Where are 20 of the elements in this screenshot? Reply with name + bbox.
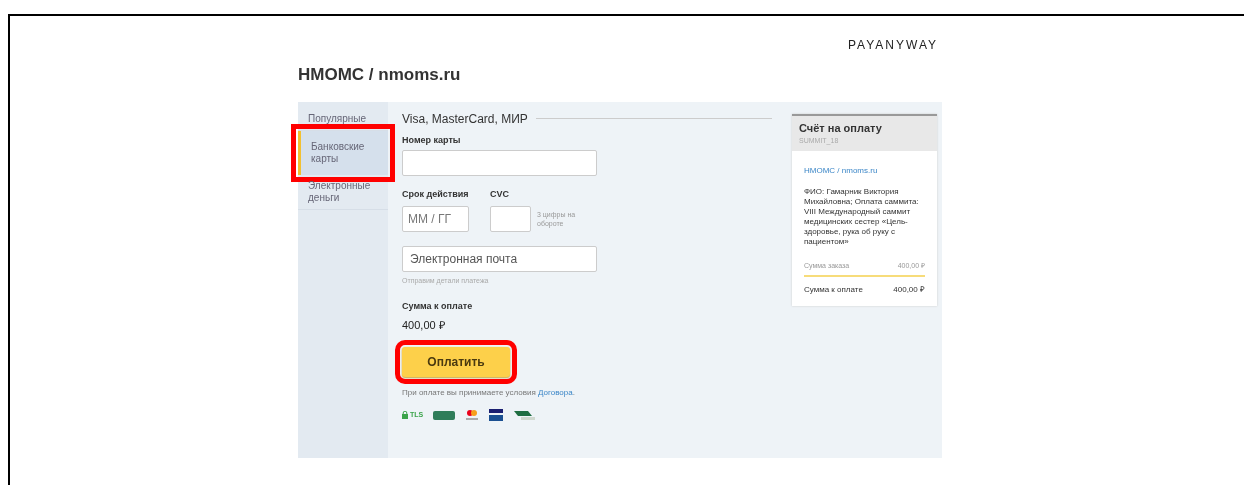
total-label: Сумма к оплате xyxy=(804,284,863,296)
field-label: CVC xyxy=(490,188,510,201)
section-title: Visa, MasterCard, МИР xyxy=(402,110,528,128)
invoice-title: Счёт на оплату xyxy=(799,120,883,136)
page-title: НМОМС / nmoms.ru xyxy=(298,64,462,86)
contract-link[interactable]: Договора xyxy=(538,388,573,397)
expiry-field[interactable]: ММ / ГГ xyxy=(402,205,469,232)
total-value: 400,00 ₽ xyxy=(893,284,925,296)
terms-text: При оплате вы принимаете условия Договора. xyxy=(402,387,576,399)
email-field[interactable]: Электронная почта xyxy=(402,245,597,272)
field-label: Срок действия xyxy=(402,188,469,201)
merchant-link[interactable]: НМОМС / nmoms.ru xyxy=(804,164,925,177)
cvc-field[interactable] xyxy=(490,205,531,232)
brand-logo: PAYANYWAY xyxy=(848,37,938,54)
invoice-description: ФИО: Гамарник Виктория Михайловна; Оплата саммита: VIII Международный саммит медицинских сестер «Цель-здоровье, рука об руку с пациентом» xyxy=(804,186,920,247)
card-number-field[interactable] xyxy=(402,150,597,176)
sidebar-item[interactable]: Электронные деньги xyxy=(298,174,388,210)
amount-label: Сумма к оплате xyxy=(402,300,474,313)
field-label: Номер карты xyxy=(402,133,462,147)
amount-value: 400,00 ₽ xyxy=(402,317,446,333)
